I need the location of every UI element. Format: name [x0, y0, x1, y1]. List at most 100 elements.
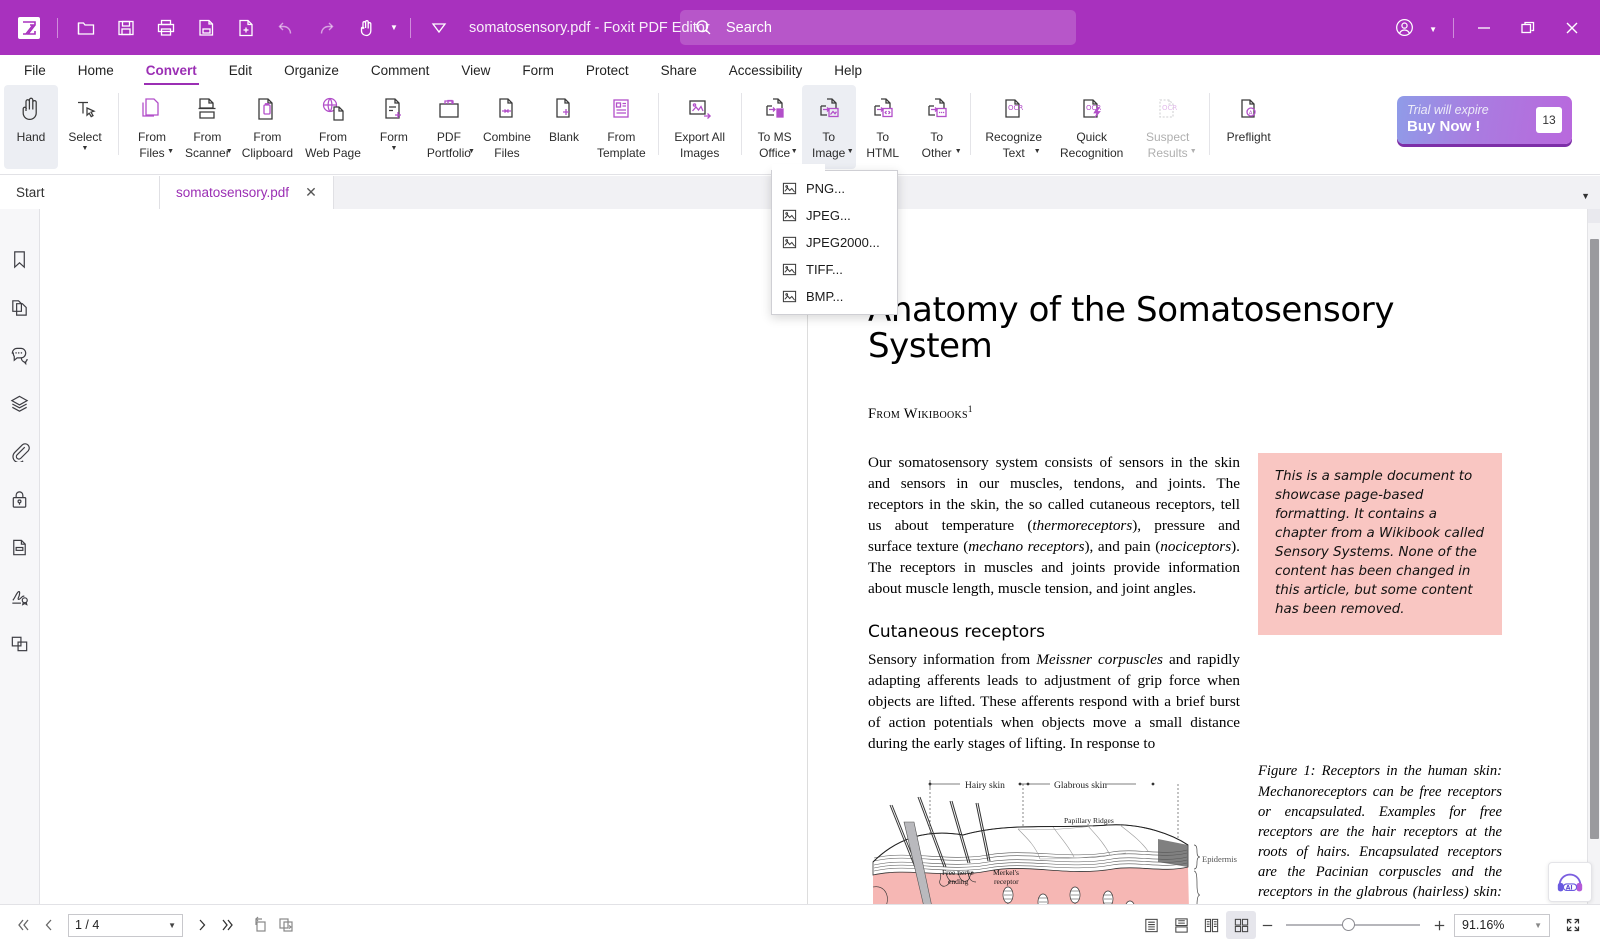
sidebar-item-signatures[interactable] [5, 571, 35, 619]
last-page-button[interactable] [215, 912, 241, 938]
close-button[interactable] [1550, 0, 1594, 55]
zoom-level-caret-icon[interactable]: ▼ [1534, 921, 1542, 930]
view-mode-facing-continuous[interactable] [1226, 911, 1256, 939]
from-scanner-caret-icon[interactable]: ▼ [226, 148, 233, 155]
tab-overflow-caret-icon[interactable]: ▼ [1581, 191, 1590, 201]
page-transition-button[interactable] [273, 912, 299, 938]
previous-page-button[interactable] [36, 912, 62, 938]
menu-file[interactable]: File [8, 55, 62, 85]
ribbon-from-scanner-button[interactable]: From Scanner ▼ [179, 85, 236, 169]
minimize-button[interactable] [1462, 0, 1506, 55]
to-ms-office-caret-icon[interactable]: ▼ [791, 148, 798, 155]
sidebar-item-bookmarks[interactable] [5, 235, 35, 283]
hand-tool-icon[interactable] [349, 11, 383, 45]
ribbon-preflight-button[interactable]: A Preflight [1216, 85, 1282, 169]
tab-somatosensory-pdf[interactable]: somatosensory.pdf ✕ [160, 176, 334, 209]
document-vertical-scrollbar[interactable] [1587, 209, 1600, 904]
account-icon[interactable] [1387, 11, 1421, 45]
sidebar-item-security[interactable] [5, 475, 35, 523]
ribbon-export-all-images-button[interactable]: Export All Images [665, 85, 735, 169]
sidebar-item-page-thumbnails[interactable] [5, 283, 35, 331]
rotate-view-button[interactable] [247, 912, 273, 938]
menu-accessibility[interactable]: Accessibility [713, 55, 819, 85]
new-file-icon[interactable] [229, 11, 263, 45]
ribbon-to-image-button[interactable]: To Image ▼ [801, 85, 856, 169]
restore-button[interactable] [1506, 0, 1550, 55]
menu-form[interactable]: Form [506, 55, 570, 85]
to-image-caret-icon[interactable]: ▼ [847, 148, 854, 155]
account-caret-icon[interactable]: ▼ [1427, 19, 1437, 37]
menu-share[interactable]: Share [645, 55, 713, 85]
tab-close-icon[interactable]: ✕ [305, 184, 317, 201]
open-file-icon[interactable] [69, 11, 103, 45]
from-files-caret-icon[interactable]: ▼ [167, 148, 174, 155]
dropdown-item-jpeg2000[interactable]: JPEG2000... [772, 229, 897, 256]
ribbon-from-template-button[interactable]: From Template [591, 85, 652, 169]
ribbon-to-other-button[interactable]: To Other ▼ [910, 85, 964, 169]
sidebar-item-attachments[interactable] [5, 427, 35, 475]
zoom-slider-knob[interactable] [1342, 918, 1355, 931]
dropdown-item-tiff[interactable]: TIFF... [772, 256, 897, 283]
menu-view[interactable]: View [445, 55, 506, 85]
menu-home[interactable]: Home [62, 55, 130, 85]
view-mode-continuous[interactable] [1166, 911, 1196, 939]
sidebar-item-fields[interactable] [5, 523, 35, 571]
ribbon-suspect-results-button[interactable]: OCR Suspect Results ▼ [1133, 85, 1203, 169]
pdf-page-1[interactable]: Anatomy of the Somatosensory System From… [807, 209, 1552, 904]
next-page-button[interactable] [189, 912, 215, 938]
sidebar-item-layers[interactable] [5, 379, 35, 427]
dropdown-item-bmp[interactable]: BMP... [772, 283, 897, 310]
redo-icon[interactable] [309, 11, 343, 45]
sidebar-item-destinations[interactable] [5, 619, 35, 667]
first-page-button[interactable] [10, 912, 36, 938]
to-other-caret-icon[interactable]: ▼ [955, 148, 962, 155]
ribbon-to-html-button[interactable]: To HTML [856, 85, 910, 169]
view-mode-single-page[interactable] [1136, 911, 1166, 939]
ribbon-quick-recognition-button[interactable]: OCR Quick Recognition [1051, 85, 1133, 169]
menu-edit[interactable]: Edit [213, 55, 268, 85]
quick-access-toolbar-dropdown-icon[interactable] [422, 11, 456, 45]
menu-organize[interactable]: Organize [268, 55, 355, 85]
ribbon-blank-button[interactable]: Blank [537, 85, 591, 169]
dropdown-item-png[interactable]: PNG... [772, 175, 897, 202]
ribbon-hand-button[interactable]: Hand [4, 85, 58, 169]
zoom-slider[interactable] [1286, 918, 1420, 932]
scroll-up-button[interactable] [1588, 209, 1600, 223]
zoom-out-button[interactable] [1256, 912, 1278, 938]
ribbon-from-web-page-button[interactable]: From Web Page [299, 85, 367, 169]
ribbon-pdf-portfolio-button[interactable]: PDF Portfolio ▼ [421, 85, 477, 169]
dropdown-item-jpeg[interactable]: JPEG... [772, 202, 897, 229]
ribbon-form-button[interactable]: Form ▼ [367, 85, 421, 169]
pdf-portfolio-caret-icon[interactable]: ▼ [468, 148, 475, 155]
to-image-format-dropdown[interactable]: PNG... JPEG... JPEG2000... TIFF... BMP..… [771, 170, 898, 315]
save-icon[interactable] [109, 11, 143, 45]
view-mode-facing[interactable] [1196, 911, 1226, 939]
menu-help[interactable]: Help [818, 55, 878, 85]
menu-protect[interactable]: Protect [570, 55, 645, 85]
ribbon-recognize-text-button[interactable]: OCR Recognize Text ▼ [977, 85, 1051, 169]
menu-convert[interactable]: Convert [130, 55, 213, 85]
suspect-results-caret-icon[interactable]: ▼ [1190, 148, 1197, 155]
page-number-input[interactable]: 1 / 4 ▼ [68, 913, 183, 937]
select-caret-icon[interactable]: ▼ [82, 145, 89, 152]
scrollbar-thumb[interactable] [1590, 239, 1599, 839]
ribbon-combine-files-button[interactable]: Combine Files [477, 85, 537, 169]
ribbon-to-ms-office-button[interactable]: To MS Office ▼ [748, 85, 802, 169]
page-number-caret-icon[interactable]: ▼ [168, 921, 176, 930]
print-icon[interactable] [149, 11, 183, 45]
form-caret-icon[interactable]: ▼ [390, 145, 397, 152]
quick-access-customize-caret-icon[interactable]: ▼ [386, 11, 400, 45]
recognize-text-caret-icon[interactable]: ▼ [1034, 148, 1041, 155]
zoom-in-button[interactable] [1428, 912, 1450, 938]
ribbon-from-clipboard-button[interactable]: From Clipboard [236, 85, 299, 169]
search-input[interactable]: Search [680, 10, 1076, 45]
ribbon-from-files-button[interactable]: From Files ▼ [125, 85, 179, 169]
zoom-level-input[interactable]: 91.16% ▼ [1454, 913, 1550, 937]
full-screen-button[interactable] [1560, 912, 1586, 938]
menu-comment[interactable]: Comment [355, 55, 446, 85]
undo-icon[interactable] [269, 11, 303, 45]
ribbon-select-button[interactable]: Select ▼ [58, 85, 112, 169]
print-preview-icon[interactable] [189, 11, 223, 45]
sidebar-item-comments[interactable] [5, 331, 35, 379]
tab-start[interactable]: Start [0, 176, 160, 209]
